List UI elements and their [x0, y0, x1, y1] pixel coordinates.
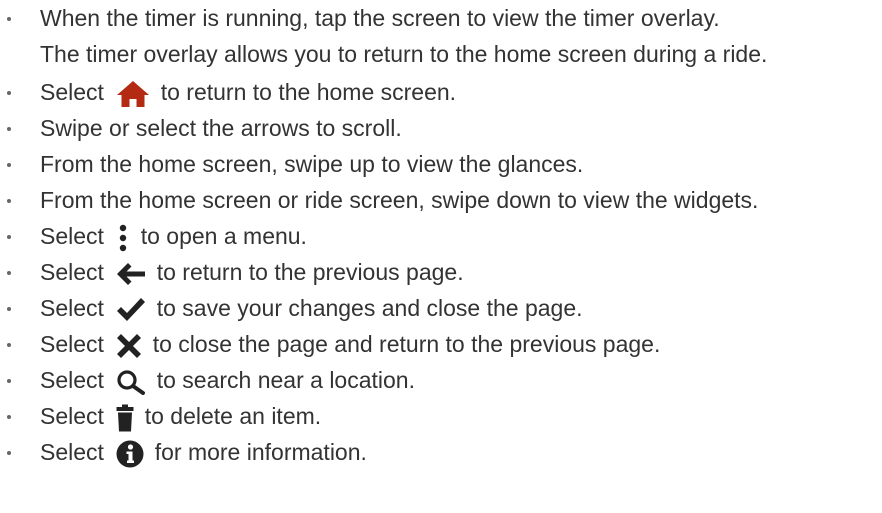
- home-icon: [116, 80, 150, 108]
- bullet: [7, 17, 11, 21]
- item-text-before: Select: [40, 331, 104, 357]
- item-text-after: to return to the home screen.: [160, 79, 457, 105]
- bullet: [7, 379, 11, 383]
- item-text: From the home screen or ride screen, swi…: [40, 187, 759, 213]
- list-item: From the home screen, swipe up to view t…: [0, 146, 882, 182]
- info-icon: [116, 440, 144, 468]
- close-x-icon: [116, 333, 142, 359]
- item-text-after: to return to the previous page.: [156, 259, 464, 285]
- bullet: [7, 307, 11, 311]
- bullet: [7, 451, 11, 455]
- bullet: [7, 235, 11, 239]
- search-icon: [116, 369, 146, 395]
- list-item: Select to save your changes and close th…: [0, 290, 882, 326]
- bullet: [7, 343, 11, 347]
- tips-list: When the timer is running, tap the scree…: [0, 0, 882, 470]
- item-text-before: Select: [40, 259, 104, 285]
- list-item: Select for more information.: [0, 434, 882, 470]
- item-text-after: to close the page and return to the prev…: [152, 331, 661, 357]
- list-item: Swipe or select the arrows to scroll.: [0, 110, 882, 146]
- item-text-before: Select: [40, 79, 104, 105]
- menu-dots-icon: [116, 224, 130, 252]
- list-item: Select to return to the previous page.: [0, 254, 882, 290]
- item-text-after: for more information.: [154, 439, 367, 465]
- item-text-after: to save your changes and close the page.: [156, 295, 583, 321]
- bullet: [7, 199, 11, 203]
- item-text-before: Select: [40, 439, 104, 465]
- item-text-after: to open a menu.: [140, 223, 307, 249]
- list-item: Select to search near a location.: [0, 362, 882, 398]
- item-text-before: Select: [40, 403, 104, 429]
- bullet: [7, 127, 11, 131]
- item-text-before: Select: [40, 295, 104, 321]
- item-text: From the home screen, swipe up to view t…: [40, 151, 584, 177]
- instructions-document: When the timer is running, tap the scree…: [0, 0, 882, 513]
- list-item: Select to open a menu.: [0, 218, 882, 254]
- item-text-line-1: When the timer is running, tap the scree…: [40, 5, 720, 31]
- item-text-before: Select: [40, 367, 104, 393]
- list-item: From the home screen or ride screen, swi…: [0, 182, 882, 218]
- checkmark-icon: [116, 297, 146, 323]
- list-item: Select to delete an item.: [0, 398, 882, 434]
- list-item: Select to close the page and return to t…: [0, 326, 882, 362]
- bullet: [7, 91, 11, 95]
- item-text-before: Select: [40, 223, 104, 249]
- list-item: When the timer is running, tap the scree…: [0, 0, 882, 74]
- trash-icon: [116, 404, 134, 432]
- bullet: [7, 415, 11, 419]
- back-arrow-icon: [116, 262, 146, 286]
- item-text-after: to delete an item.: [144, 403, 322, 429]
- bullet: [7, 163, 11, 167]
- item-text-after: to search near a location.: [156, 367, 415, 393]
- bullet: [7, 271, 11, 275]
- list-item: Select to return to the home screen.: [0, 74, 882, 110]
- item-text: Swipe or select the arrows to scroll.: [40, 115, 402, 141]
- item-text-line-2: The timer overlay allows you to return t…: [40, 41, 768, 67]
